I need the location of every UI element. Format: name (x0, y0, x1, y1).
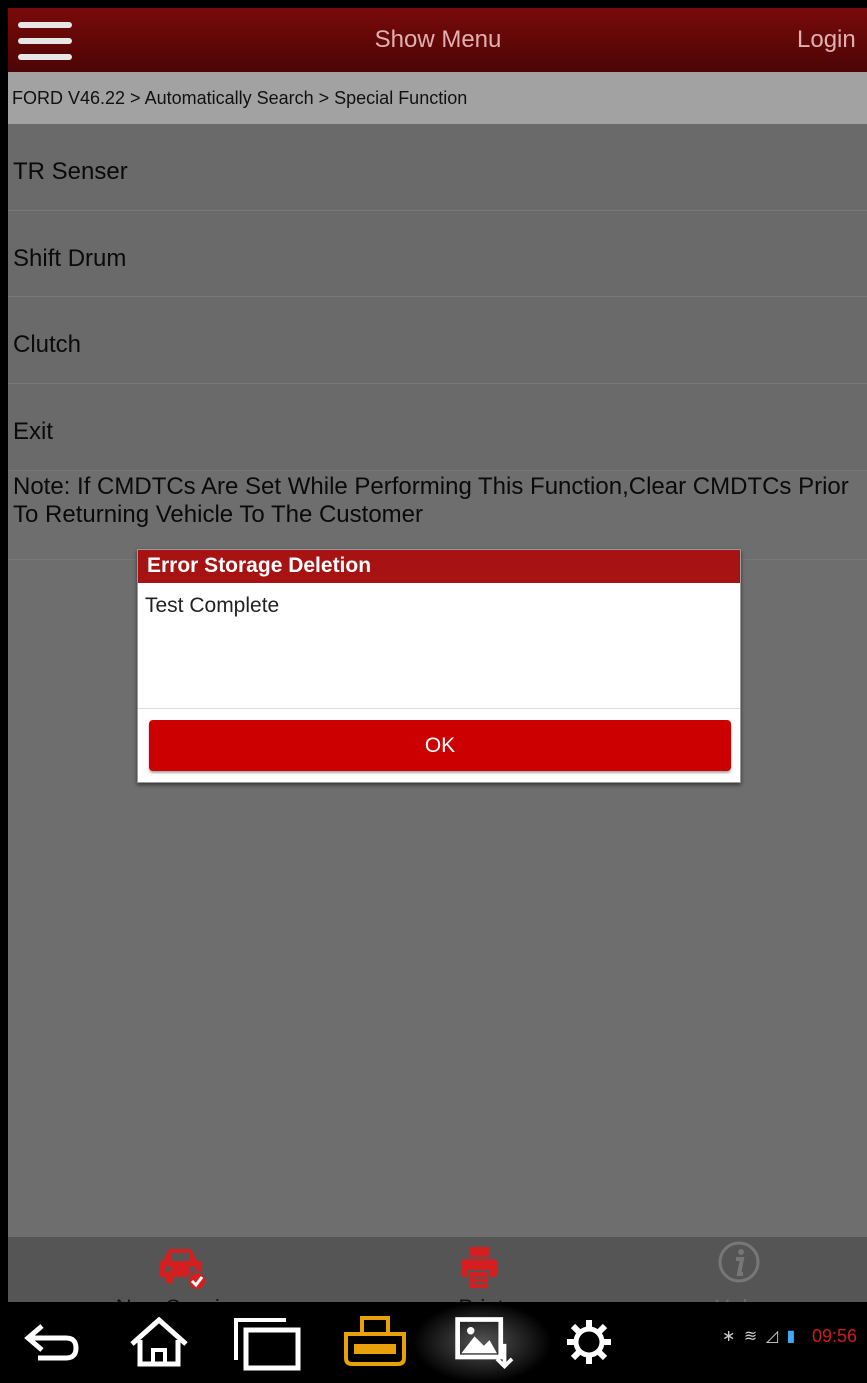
error-storage-dialog: Error Storage Deletion Test Complete OK (137, 549, 741, 783)
help-icon (718, 1241, 760, 1283)
login-button[interactable]: Login (797, 26, 867, 54)
list-item-shift-drum[interactable]: Shift Drum (8, 211, 867, 297)
dialog-message: Test Complete (138, 583, 740, 709)
signal-icon: ◿ (765, 1328, 781, 1345)
menu-icon[interactable] (14, 16, 76, 66)
back-icon[interactable] (22, 1312, 82, 1372)
list-item-clutch[interactable]: Clutch (8, 297, 867, 384)
obd-icon[interactable] (342, 1312, 408, 1372)
android-nav-bar: ∗ ≋ ◿ ▮ 09:56 (0, 1302, 867, 1383)
top-bar: Show Menu Login (8, 8, 867, 72)
recent-apps-icon[interactable] (232, 1312, 302, 1372)
clock: 09:56 (811, 1326, 857, 1346)
battery-icon: ▮ (786, 1328, 798, 1345)
dialog-title: Error Storage Deletion (138, 550, 740, 583)
wifi-icon: ≋ (743, 1328, 760, 1345)
settings-icon[interactable] (564, 1312, 614, 1372)
list-item-tr-senser[interactable]: TR Senser (8, 124, 867, 211)
app-root: Show Menu Login FORD V46.22 > Automatica… (8, 8, 867, 1383)
breadcrumb: FORD V46.22 > Automatically Search > Spe… (8, 72, 867, 124)
home-icon[interactable] (126, 1312, 192, 1372)
status-icons: ∗ ≋ ◿ ▮ (722, 1326, 797, 1346)
car-icon (159, 1249, 207, 1291)
note-text: Note: If CMDTCs Are Set While Performing… (8, 473, 867, 560)
show-menu-title[interactable]: Show Menu (238, 26, 638, 54)
list-item-exit[interactable]: Exit (8, 384, 867, 471)
printer-icon (461, 1247, 497, 1290)
screenshot-icon[interactable] (450, 1312, 514, 1372)
ok-button[interactable]: OK (149, 720, 731, 771)
function-list: TR Senser Shift Drum Clutch Exit (8, 124, 867, 471)
bluetooth-icon: ∗ (722, 1328, 738, 1345)
